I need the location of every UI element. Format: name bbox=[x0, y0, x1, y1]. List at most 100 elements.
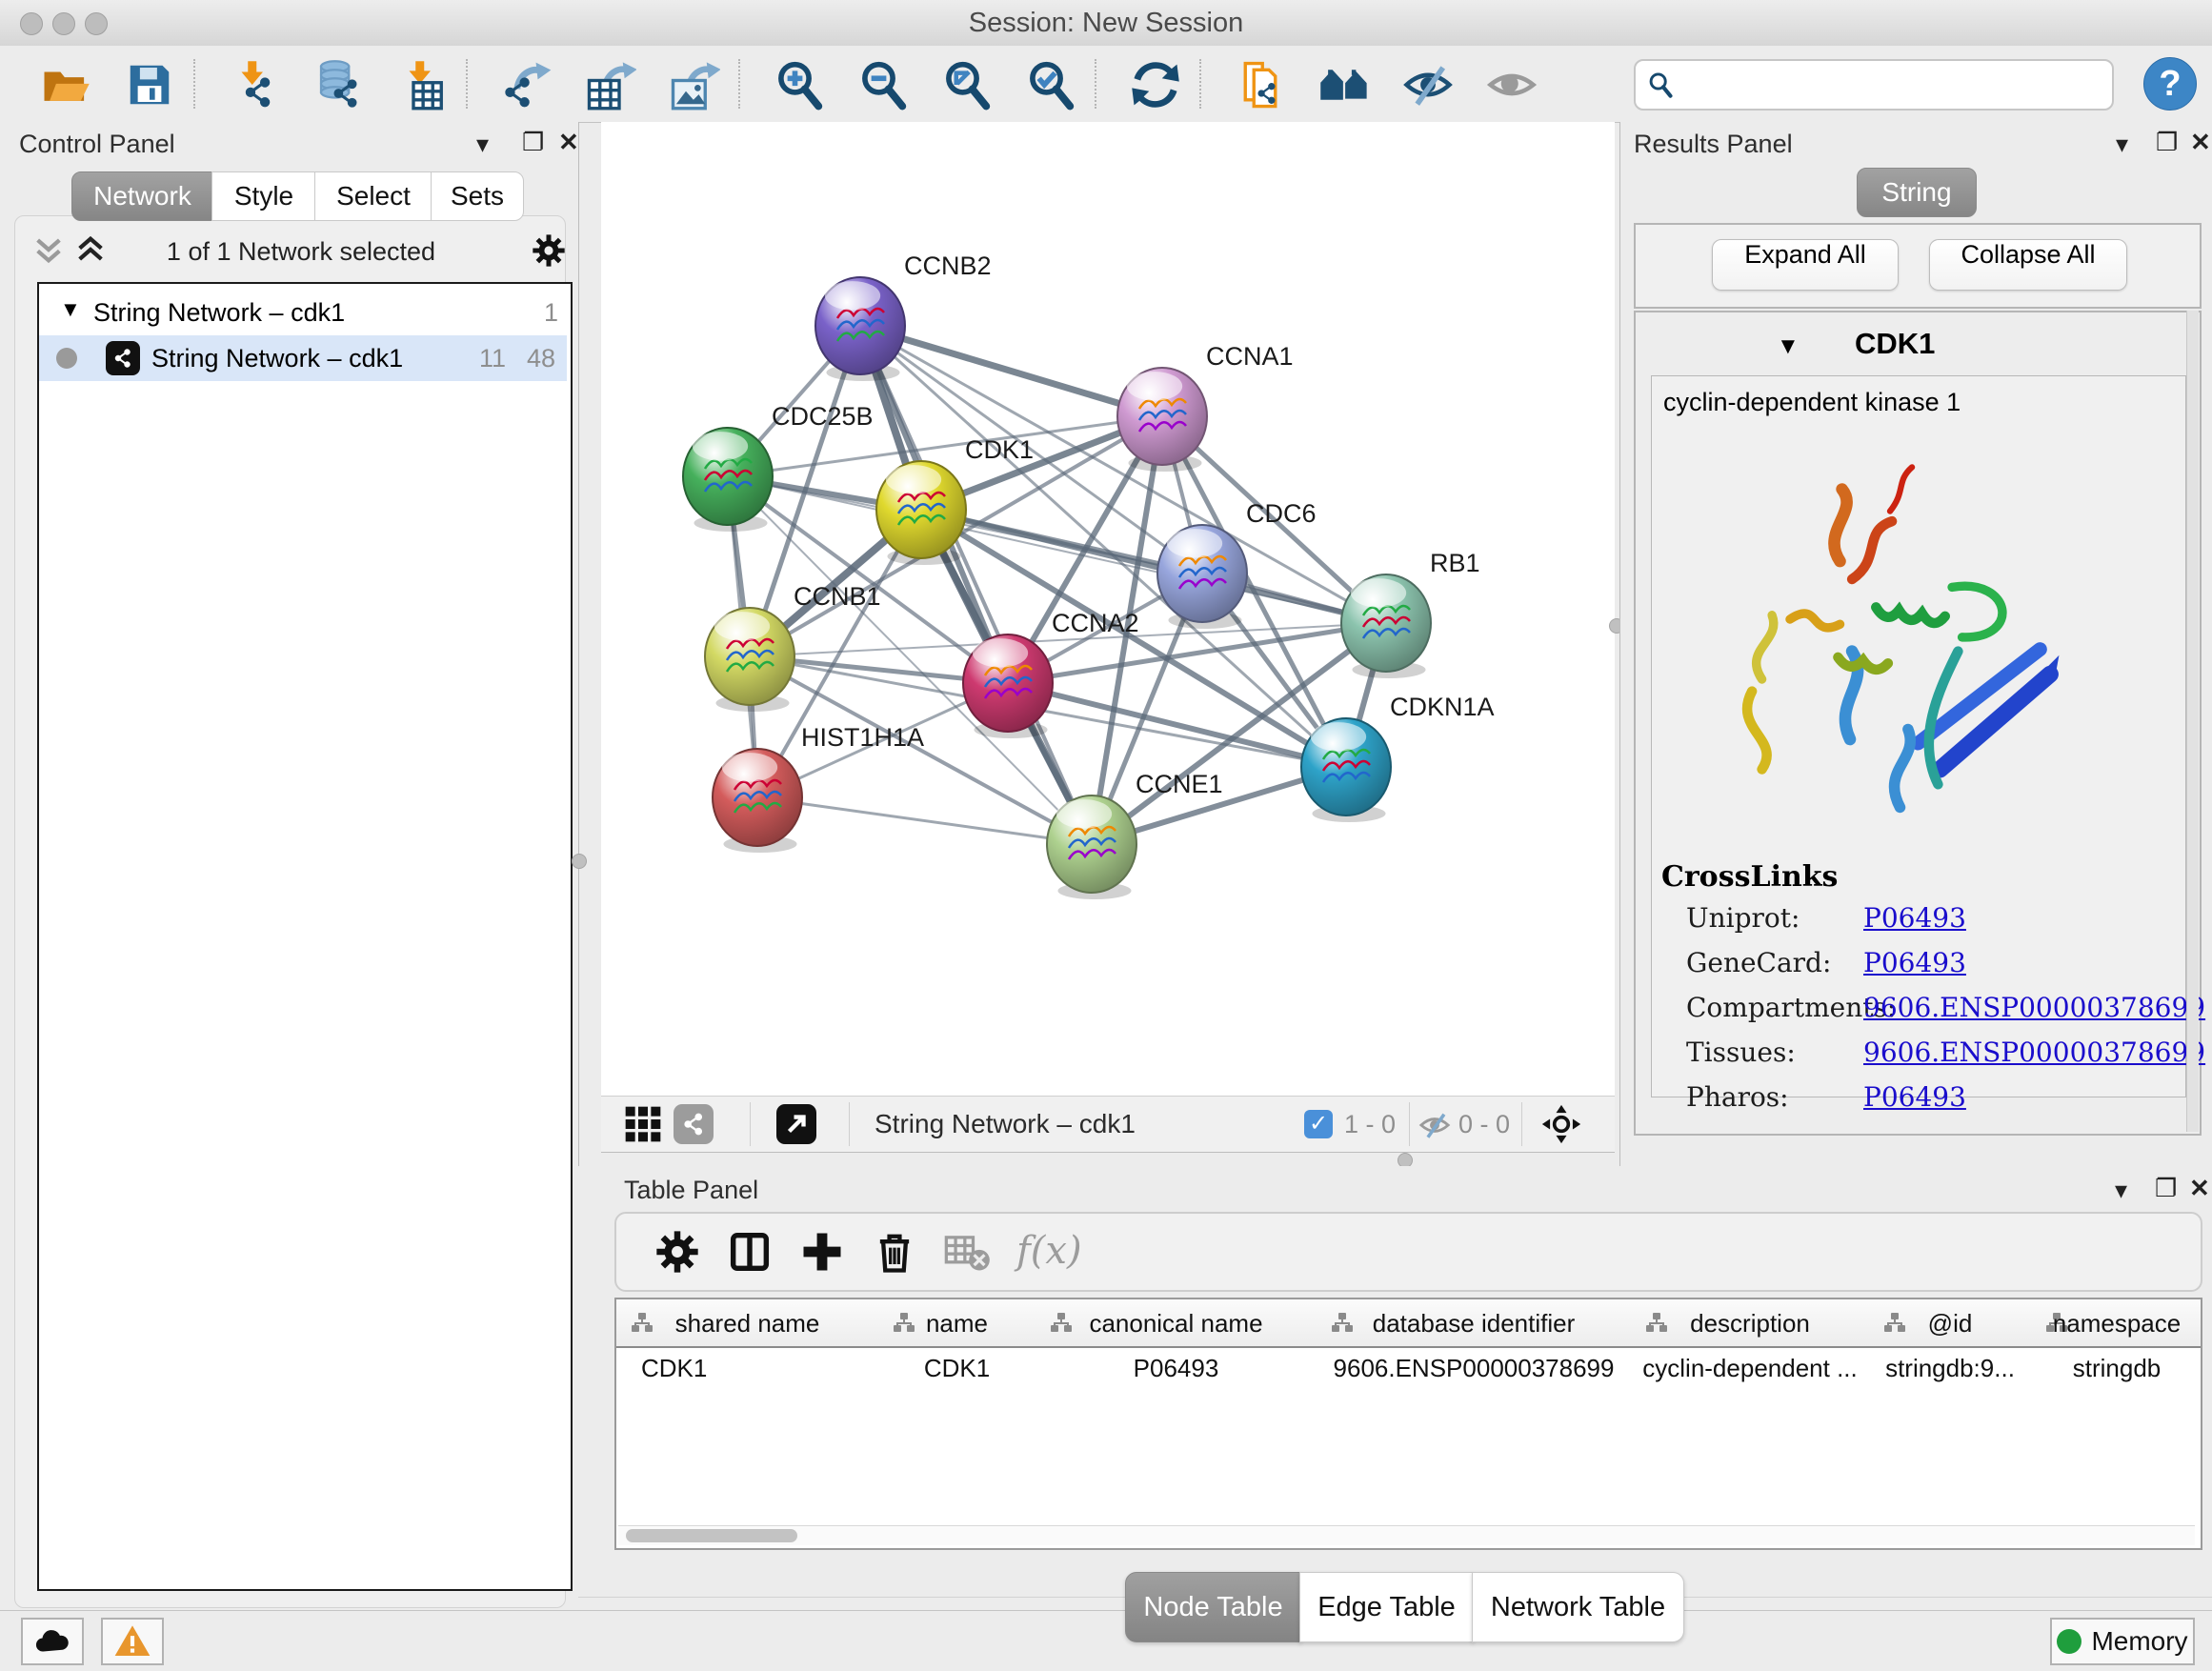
results-panel-float-icon[interactable]: ❐ bbox=[2156, 128, 2178, 157]
tab-string[interactable]: String bbox=[1857, 168, 1977, 217]
control-panel: Control Panel ▾ ❐ ✕ 1 of 1 Network selec… bbox=[0, 122, 579, 1610]
search-box[interactable] bbox=[1634, 59, 2114, 111]
edge-CCNB2-CCNE1[interactable] bbox=[860, 326, 1092, 844]
import-database-button[interactable] bbox=[304, 57, 372, 112]
search-input[interactable] bbox=[1674, 65, 2112, 105]
memory-label: Memory bbox=[2091, 1626, 2187, 1657]
column-header-namespace[interactable]: namespace bbox=[2031, 1299, 2202, 1348]
node-CDC6[interactable]: CDC6 bbox=[1157, 499, 1317, 629]
collection-expand-icon[interactable]: ▼ bbox=[60, 297, 81, 322]
save-session-button[interactable] bbox=[115, 57, 184, 112]
results-panel-close-icon[interactable]: ✕ bbox=[2190, 128, 2211, 157]
refresh-button[interactable] bbox=[1121, 57, 1190, 112]
crosslink-link[interactable]: P06493 bbox=[1863, 1081, 1966, 1113]
tab-network-table[interactable]: Network Table bbox=[1472, 1572, 1684, 1642]
node-CDKN1A[interactable]: CDKN1A bbox=[1301, 693, 1495, 822]
table-hscrollbar[interactable] bbox=[618, 1525, 2195, 1545]
export-table-button[interactable] bbox=[576, 57, 645, 112]
node-CCNB2[interactable]: CCNB2 bbox=[815, 252, 992, 381]
hidden-eye-slash-icon[interactable] bbox=[1418, 1109, 1451, 1141]
table-cell[interactable]: CDK1 bbox=[878, 1354, 1036, 1383]
clone-network-button[interactable] bbox=[1226, 57, 1295, 112]
network-collection-row[interactable]: ▼ String Network – cdk1 1 bbox=[39, 290, 567, 335]
table-panel-float-icon[interactable]: ❐ bbox=[2155, 1174, 2177, 1203]
table-cell[interactable]: cyclin-dependent ... bbox=[1631, 1354, 1869, 1383]
table-cell[interactable]: 9606.ENSP00000378699 bbox=[1317, 1354, 1631, 1383]
control-panel-close-icon[interactable]: ✕ bbox=[558, 128, 579, 157]
crosslink-link[interactable]: 9606.ENSP00000378699 bbox=[1863, 992, 2205, 1023]
node-CCNE1[interactable]: CCNE1 bbox=[1047, 770, 1223, 899]
column-header-description[interactable]: description bbox=[1631, 1299, 1870, 1348]
selected-checkbox-icon[interactable]: ✓ bbox=[1304, 1110, 1333, 1138]
edge-CCNB2-CCNA1[interactable] bbox=[860, 326, 1162, 416]
column-header-shared-name[interactable]: shared name bbox=[616, 1299, 879, 1348]
node-RB1[interactable]: RB1 bbox=[1341, 549, 1480, 678]
grid-view-icon[interactable] bbox=[624, 1105, 662, 1143]
warnings-button[interactable] bbox=[101, 1618, 164, 1665]
node-label-CDC6: CDC6 bbox=[1246, 499, 1317, 528]
results-scrollbar[interactable] bbox=[2186, 311, 2199, 1132]
crosslink-link[interactable]: P06493 bbox=[1863, 947, 1966, 978]
control-panel-float-icon[interactable]: ❐ bbox=[522, 128, 544, 157]
add-column-icon[interactable] bbox=[797, 1227, 847, 1277]
tab-node-table[interactable]: Node Table bbox=[1125, 1572, 1301, 1642]
results-panel-collapse-icon[interactable]: ▾ bbox=[2116, 130, 2128, 159]
table-hscrollbar-thumb[interactable] bbox=[626, 1529, 797, 1542]
network-canvas[interactable]: CCNB2CCNA1CDC25BCDK1CDC6RB1CCNB1CCNA2CDK… bbox=[601, 122, 1615, 1096]
zoom-selected-button[interactable] bbox=[1016, 57, 1085, 112]
birdseye-crosshair-icon[interactable] bbox=[1540, 1103, 1582, 1145]
show-columns-icon[interactable] bbox=[725, 1227, 774, 1277]
crosslink-link[interactable]: P06493 bbox=[1863, 902, 1966, 934]
table-cell[interactable]: stringdb bbox=[2031, 1354, 2202, 1383]
tab-select[interactable]: Select bbox=[314, 171, 432, 221]
table-panel-close-icon[interactable]: ✕ bbox=[2189, 1174, 2210, 1203]
import-table-button[interactable] bbox=[388, 57, 456, 112]
column-header-name[interactable]: name bbox=[878, 1299, 1036, 1348]
table-panel-collapse-icon[interactable]: ▾ bbox=[2115, 1176, 2127, 1205]
crosslink-link[interactable]: 9606.ENSP00000378699 bbox=[1863, 1037, 2205, 1068]
zoom-out-button[interactable] bbox=[849, 57, 917, 112]
column-header-canonical-name[interactable]: canonical name bbox=[1036, 1299, 1317, 1348]
column-header-database-identifier[interactable]: database identifier bbox=[1317, 1299, 1632, 1348]
memory-button[interactable]: Memory bbox=[2050, 1618, 2195, 1665]
show-all-button[interactable] bbox=[1478, 57, 1546, 112]
string-home-button[interactable] bbox=[1310, 57, 1378, 112]
open-session-button[interactable] bbox=[31, 57, 100, 112]
expand-all-networks-icon[interactable] bbox=[74, 233, 107, 266]
detach-view-icon[interactable] bbox=[776, 1104, 816, 1144]
table-cell[interactable]: P06493 bbox=[1036, 1354, 1317, 1383]
network-row-selected[interactable]: String Network – cdk1 11 48 bbox=[39, 335, 567, 381]
node-CCNA1[interactable]: CCNA1 bbox=[1117, 342, 1294, 472]
zoom-fit-button[interactable] bbox=[933, 57, 1001, 112]
left-splitter-handle[interactable] bbox=[572, 854, 587, 869]
node-CCNB1[interactable]: CCNB1 bbox=[705, 582, 881, 712]
control-panel-collapse-icon[interactable]: ▾ bbox=[476, 130, 489, 159]
tab-sets[interactable]: Sets bbox=[431, 171, 524, 221]
import-network-button[interactable] bbox=[220, 57, 289, 112]
table-cell[interactable]: CDK1 bbox=[641, 1354, 707, 1383]
share-view-icon[interactable] bbox=[674, 1104, 714, 1144]
clone-network-icon bbox=[1235, 59, 1286, 111]
cloud-button[interactable] bbox=[21, 1618, 84, 1665]
collapse-all-networks-icon[interactable] bbox=[32, 233, 65, 266]
tab-network[interactable]: Network bbox=[71, 171, 213, 221]
column-label: @id bbox=[1869, 1309, 2031, 1339]
zoom-in-button[interactable] bbox=[765, 57, 834, 112]
network-options-gear-icon[interactable] bbox=[530, 232, 568, 270]
table-options-gear-icon[interactable] bbox=[653, 1227, 702, 1277]
tab-edge-table[interactable]: Edge Table bbox=[1299, 1572, 1474, 1642]
collapse-all-button[interactable]: Collapse All bbox=[1929, 239, 2127, 291]
delete-column-icon[interactable] bbox=[870, 1227, 919, 1277]
column-header-@id[interactable]: @id bbox=[1869, 1299, 2032, 1348]
node-HIST1H1A[interactable]: HIST1H1A bbox=[713, 723, 924, 853]
protein-expand-icon[interactable]: ▼ bbox=[1777, 333, 1800, 360]
table-panel-title: Table Panel bbox=[624, 1176, 758, 1205]
export-image-button[interactable] bbox=[660, 57, 729, 112]
hide-selected-button[interactable] bbox=[1394, 57, 1462, 112]
table-cell[interactable]: stringdb:9... bbox=[1869, 1354, 2031, 1383]
export-network-button[interactable] bbox=[493, 57, 561, 112]
edge-HIST1H1A-CCNE1[interactable] bbox=[757, 797, 1092, 844]
expand-all-button[interactable]: Expand All bbox=[1712, 239, 1899, 291]
tab-style[interactable]: Style bbox=[211, 171, 316, 221]
help-icon[interactable]: ? bbox=[2143, 57, 2197, 111]
